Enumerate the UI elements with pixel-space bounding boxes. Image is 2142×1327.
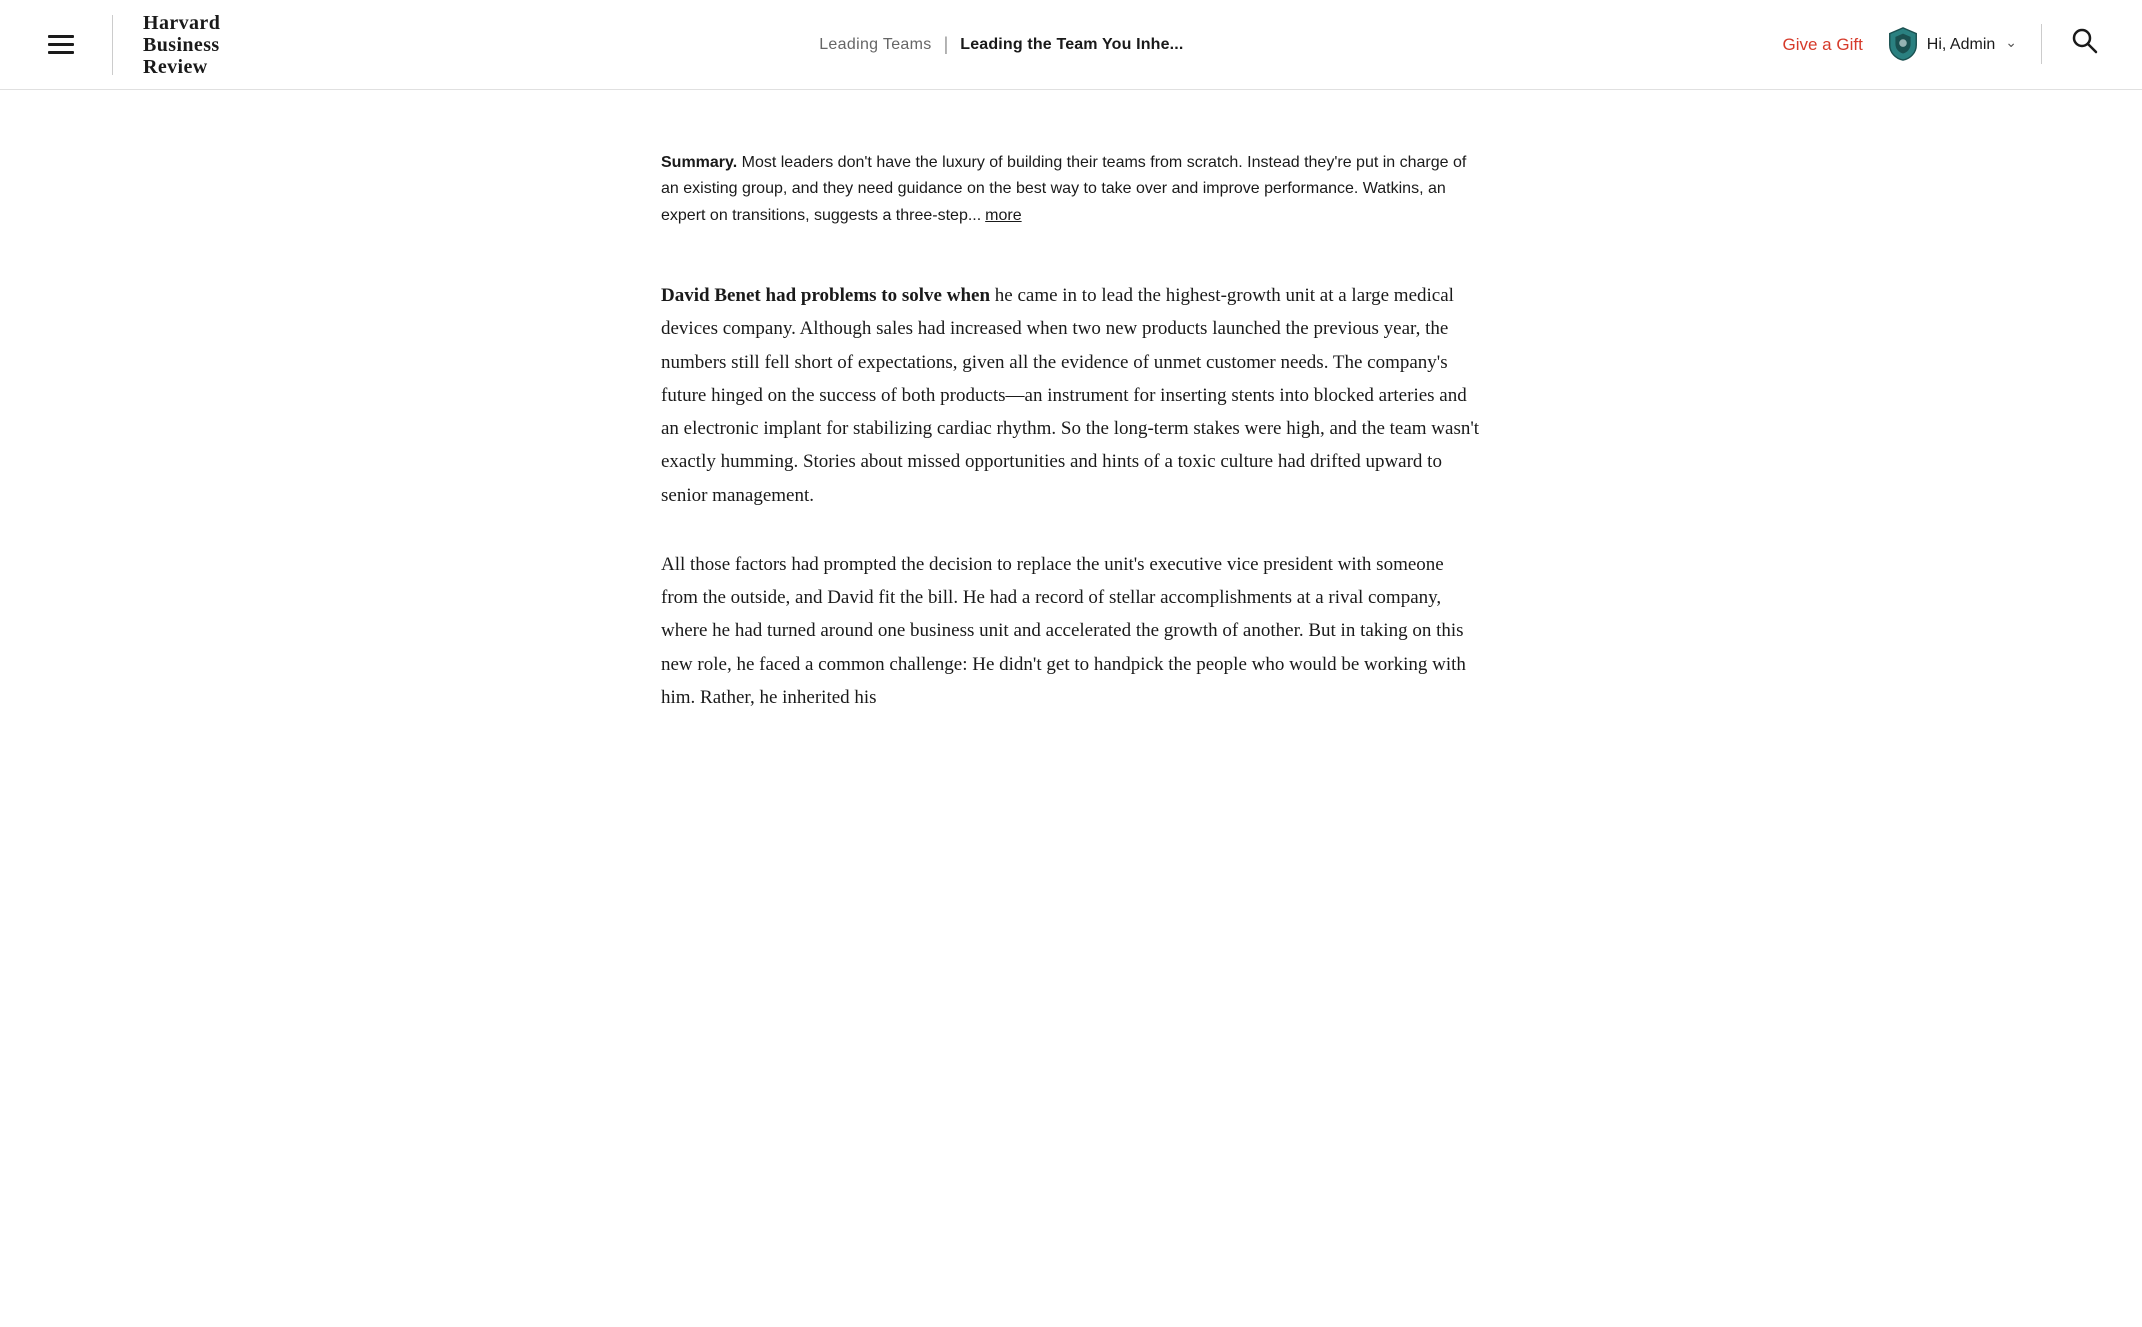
header-right: Give a Gift Hi, Admin ⌄ <box>1782 22 2102 67</box>
menu-icon[interactable] <box>40 27 82 62</box>
article-paragraph-2: All those factors had prompted the decis… <box>661 548 1481 714</box>
header-right-divider <box>2041 24 2042 64</box>
site-header: Harvard Business Review Leading Teams | … <box>0 0 2142 90</box>
article-lead-bold: David Benet had problems to solve when <box>661 285 990 306</box>
logo-line3: Review <box>143 56 220 78</box>
breadcrumb-nav: Leading Teams | Leading the Team You Inh… <box>220 30 1782 59</box>
give-gift-link[interactable]: Give a Gift <box>1782 31 1862 58</box>
summary-box: Summary. Most leaders don't have the lux… <box>661 150 1481 229</box>
summary-more-link[interactable]: more <box>985 207 1021 224</box>
breadcrumb-parent-link[interactable]: Leading Teams <box>819 32 931 58</box>
summary-label: Summary. <box>661 154 737 171</box>
user-menu[interactable]: Hi, Admin ⌄ <box>1887 26 2017 62</box>
breadcrumb-current: Leading the Team You Inhe... <box>960 32 1183 58</box>
header-left: Harvard Business Review <box>40 12 220 78</box>
user-name-label: Hi, Admin <box>1927 32 1995 58</box>
logo-line2: Business <box>143 34 220 56</box>
chevron-down-icon: ⌄ <box>2005 33 2017 55</box>
logo-line1: Harvard <box>143 12 220 34</box>
breadcrumb-separator: | <box>944 30 949 59</box>
search-icon <box>2070 26 2098 54</box>
header-divider <box>112 15 113 75</box>
article-paragraph-1-rest: he came in to lead the highest-growth un… <box>661 285 1479 506</box>
hbr-logo[interactable]: Harvard Business Review <box>143 12 220 78</box>
main-content: Summary. Most leaders don't have the lux… <box>621 90 1521 810</box>
shield-icon <box>1887 26 1919 62</box>
search-button[interactable] <box>2066 22 2102 67</box>
article-paragraph-1: David Benet had problems to solve when h… <box>661 279 1481 512</box>
article-body: David Benet had problems to solve when h… <box>661 279 1481 714</box>
summary-text: Most leaders don't have the luxury of bu… <box>661 154 1466 224</box>
